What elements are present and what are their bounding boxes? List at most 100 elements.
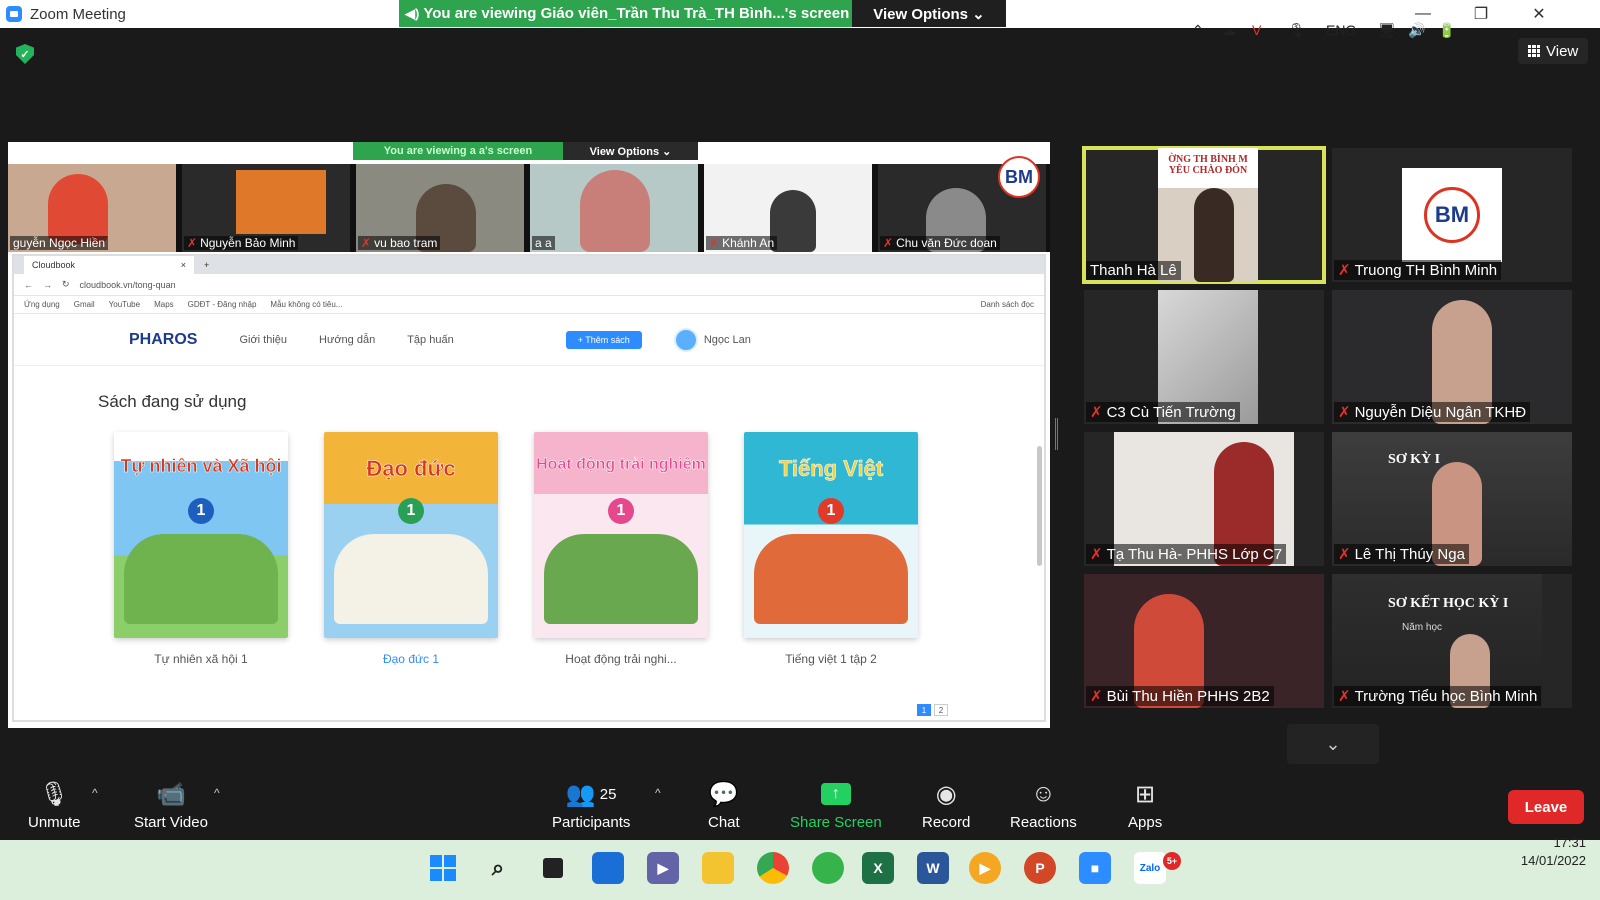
video-background-text: SƠ KỲ I [1388, 452, 1441, 467]
participant-tile[interactable]: BM ✗ Truong TH Bình Minh [1332, 148, 1572, 282]
teams-chat-icon[interactable]: ▶ [647, 852, 679, 884]
muted-mic-icon: ✗ [1338, 688, 1351, 705]
book-caption: Tự nhiên xã hội 1 [154, 652, 248, 666]
muted-mic-icon: ✗ [1338, 262, 1351, 279]
media-player-icon[interactable]: ▶ [969, 852, 1001, 884]
video-off-icon: 📹 [156, 780, 186, 808]
volume-icon[interactable]: 🔊 [1408, 0, 1425, 60]
share-screen-button[interactable]: ↑ Share Screen [790, 780, 882, 831]
unmute-button[interactable]: 🎙 Unmute [28, 780, 81, 832]
input-language[interactable]: ENG [1326, 0, 1356, 60]
site-user-name: Ngọc Lan [703, 333, 751, 346]
welcome-banner-text: ỜNG TH BÌNH M YÊU CHÀO ĐÓN [1168, 154, 1248, 176]
site-nav: PHAROS Giới thiệu Hướng dẫn Tập huấn + T… [14, 314, 1044, 366]
encryption-shield-icon[interactable]: ✓ [16, 44, 34, 64]
window-title: Zoom Meeting [30, 5, 126, 23]
file-explorer-icon[interactable] [702, 852, 734, 884]
muted-mic-icon: ✗ [709, 236, 720, 250]
excel-icon[interactable]: X [862, 852, 894, 884]
audio-options-caret-icon[interactable]: ^ [92, 786, 98, 800]
apps-button[interactable]: ⊞ Apps [1128, 780, 1162, 832]
edge-dev-icon[interactable] [812, 852, 844, 884]
inner-tile-name: ✗ vu bao tram [358, 236, 441, 250]
start-video-button[interactable]: 📹 Start Video [134, 780, 208, 832]
inner-participant-strip: guyễn Ngọc Hiền ✗ Nguyễn Bảo Minh ✗ vu bao… [8, 164, 1050, 252]
battery-icon[interactable]: 🔋 [1438, 0, 1455, 60]
book-cover: Hoạt động trải nghiệm 1 [534, 432, 708, 638]
muted-mic-icon: ✗ [1090, 688, 1103, 705]
inner-view-options: View Options ⌄ [563, 142, 698, 160]
windows-taskbar [0, 840, 1600, 900]
browser-tab-title: Cloudbook [32, 260, 76, 270]
windows-start-icon[interactable] [427, 852, 459, 884]
bookmark: GDĐT - Đăng nhập [187, 300, 257, 309]
record-button[interactable]: ◉ Record [922, 780, 970, 832]
gallery-more-chevron-icon[interactable]: ⌄ [1287, 724, 1379, 764]
close-button[interactable]: ✕ [1510, 0, 1568, 28]
book-cover-title: Hoạt động trải nghiệm [536, 456, 706, 474]
section-title: Sách đang sử dụng [98, 392, 247, 411]
chat-button[interactable]: 💬 Chat [708, 780, 740, 832]
panel-splitter-handle[interactable] [1055, 418, 1058, 450]
clock-date: 14/01/2022 [1520, 853, 1586, 868]
task-view-icon[interactable] [537, 852, 569, 884]
site-nav-item: Hướng dẫn [319, 333, 376, 346]
participants-count: 25 [599, 785, 617, 803]
v-app-icon[interactable]: V [1252, 0, 1261, 60]
book-caption: Tiếng việt 1 tập 2 [785, 652, 877, 666]
speaker-icon: ◀) [405, 5, 420, 21]
zalo-icon[interactable]: Zalo [1134, 852, 1166, 884]
word-icon[interactable]: W [917, 852, 949, 884]
search-icon[interactable]: ⌕ [482, 852, 514, 884]
leave-button[interactable]: Leave [1508, 790, 1584, 824]
microphone-tray-icon[interactable]: 🎙 [1288, 0, 1306, 60]
meeting-toolbar: 🎙 Unmute ^ 📹 Start Video ^ 👥 25 Particip… [0, 768, 1600, 840]
tray-overflow-chevron-icon[interactable]: ⌃ [1192, 0, 1204, 60]
inner-tile: a a [530, 164, 698, 252]
view-options-button[interactable]: View Options ⌄ [852, 0, 1006, 27]
system-clock[interactable]: 17:31 14/01/2022 [1496, 834, 1586, 870]
zoom-taskbar-icon[interactable]: ■ [1079, 852, 1111, 884]
muted-mic-icon: ✗ [1090, 404, 1103, 421]
chrome-icon[interactable] [757, 852, 789, 884]
participant-tile[interactable]: ✗ Bùi Thu Hiền PHHS 2B2 [1084, 574, 1324, 708]
book-cover-illustration [754, 534, 908, 624]
participant-tile-active-speaker[interactable]: ỜNG TH BÌNH M YÊU CHÀO ĐÓN Thanh Hà Lê [1082, 146, 1326, 284]
participant-name: ✗ C3 Cù Tiến Trường [1086, 402, 1240, 422]
network-icon[interactable]: 🖥 [1378, 0, 1396, 60]
inner-tile: ✗ vu bao tram [356, 164, 524, 252]
video-background-subtext: Năm học [1402, 622, 1443, 633]
participants-options-caret-icon[interactable]: ^ [655, 786, 661, 800]
book-cover: Tự nhiên và Xã hội 1 [114, 432, 288, 638]
reload-icon: ↻ [62, 279, 70, 289]
onedrive-icon[interactable]: ☁ [1222, 0, 1236, 60]
participant-tile[interactable]: ✗ Nguyễn Diệu Ngân TKHĐ [1332, 290, 1572, 424]
smiley-plus-icon: ☺ [1031, 780, 1056, 807]
participant-tile[interactable]: SƠ KỲ I ✗ Lê Thị Thúy Nga [1332, 432, 1572, 566]
maximize-button[interactable]: ❐ [1452, 0, 1510, 28]
inner-tile-name: a a [532, 236, 555, 250]
widgets-icon[interactable] [592, 852, 624, 884]
view-button[interactable]: View [1518, 38, 1589, 64]
viewing-banner-text: You are viewing Giáo viên_Trần Thu Trà_T… [423, 5, 850, 22]
participant-tile[interactable]: ✗ Tạ Thu Hà- PHHS Lớp C7 [1084, 432, 1324, 566]
reactions-button[interactable]: ☺ Reactions [1010, 780, 1077, 831]
inner-tile-name: ✗ Khánh An [706, 236, 778, 250]
inner-tile: ✗ Khánh An [704, 164, 872, 252]
video-options-caret-icon[interactable]: ^ [214, 786, 220, 800]
participants-button[interactable]: 👥 25 Participants [552, 780, 630, 832]
participants-icon: 👥 25 [565, 780, 617, 808]
participant-tile[interactable]: ✗ C3 Cù Tiến Trường [1084, 290, 1324, 424]
muted-mic-icon: ✗ [361, 236, 372, 250]
participant-video: BM [1402, 168, 1502, 262]
participant-tile[interactable]: SƠ KẾT HỌC KỲ I Năm học ✗ Trường Tiểu học… [1332, 574, 1572, 708]
inner-tile-name: guyễn Ngọc Hiền [10, 236, 109, 250]
inner-viewing-banner: You are viewing a a's screen [353, 142, 563, 160]
browser-tab: Cloudbook × [24, 256, 194, 274]
muted-mic-icon: ✗ [883, 236, 894, 250]
forward-icon: → [43, 279, 52, 290]
muted-mic-icon: ✗ [1338, 404, 1351, 421]
powerpoint-icon[interactable]: P [1024, 852, 1056, 884]
browser-address-bar: ← → ↻ cloudbook.vn/tong-quan [14, 274, 1044, 296]
browser-url: cloudbook.vn/tong-quan [79, 279, 176, 290]
